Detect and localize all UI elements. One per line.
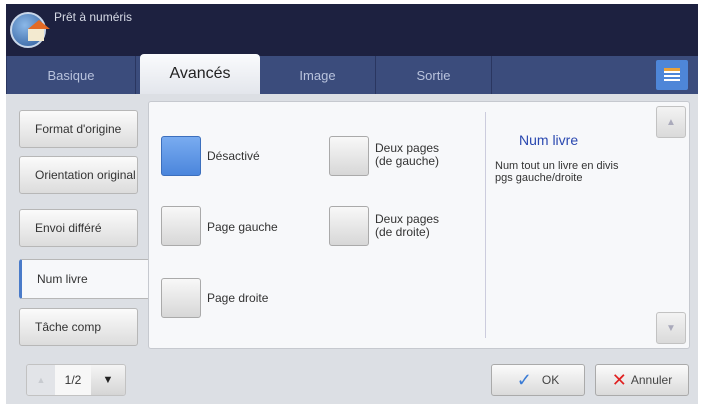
scroll-up-button[interactable]: ▲ [656,106,686,138]
arrow-down-icon: ▼ [102,374,114,386]
main-area: Format d'origine Orientation original En… [6,94,698,404]
cancel-label: Annuler [630,373,673,387]
option-page-droite[interactable] [161,278,201,318]
arrow-up-icon: ▲ [36,375,46,385]
ok-button[interactable]: ✓ OK [491,364,585,396]
scroll-down-button[interactable]: ▼ [656,312,686,344]
menu-tache-comp[interactable]: Tâche comp [19,308,138,346]
menu-num-livre[interactable]: Num livre [19,259,151,299]
divider [485,112,486,338]
option-deux-pages-droite[interactable] [329,206,369,246]
menu-envoi-differe[interactable]: Envoi différé [19,209,138,247]
option-desactive[interactable] [161,136,201,176]
page-up-button[interactable]: ▲ [27,365,55,395]
ok-label: OK [541,373,560,387]
status-header: Prêt à numéris [6,4,698,56]
job-stack-icon [664,68,680,82]
arrow-down-icon: ▼ [666,322,676,334]
option-page-gauche[interactable] [161,206,201,246]
option-label: Deux pages (de gauche) [375,141,440,168]
option-label: Désactivé [207,149,260,163]
arrow-up-icon: ▲ [666,116,676,128]
tab-sortie[interactable]: Sortie [376,56,492,94]
info-title: Num livre [519,132,579,148]
tab-avances[interactable]: Avancés [140,54,260,94]
page-down-button[interactable]: ▼ [91,365,125,395]
tab-basique[interactable]: Basique [6,56,136,94]
close-icon: ✕ [611,369,627,390]
option-label: Deux pages (de droite) [375,212,440,239]
menu-format-origine[interactable]: Format d'origine [19,110,138,148]
page-indicator: 1/2 [55,365,91,395]
cancel-button[interactable]: ✕ Annuler [595,364,689,396]
option-label: Page droite [207,291,269,305]
tab-image[interactable]: Image [260,56,376,94]
option-deux-pages-gauche[interactable] [329,136,369,176]
menu-orientation[interactable]: Orientation original [19,156,138,194]
pager: ▲ 1/2 ▼ [26,364,126,396]
status-title: Prêt à numéris [54,10,133,24]
job-queue-button[interactable] [656,60,688,90]
info-description: Num tout un livre en divis pgs gauche/dr… [495,160,619,184]
options-panel: Désactivé Page gauche Page droite Deux p… [148,101,690,349]
check-icon: ✓ [516,369,532,390]
tab-bar: Basique Avancés Image Sortie [6,54,698,94]
home-button[interactable] [10,12,50,48]
option-label: Page gauche [207,220,278,234]
